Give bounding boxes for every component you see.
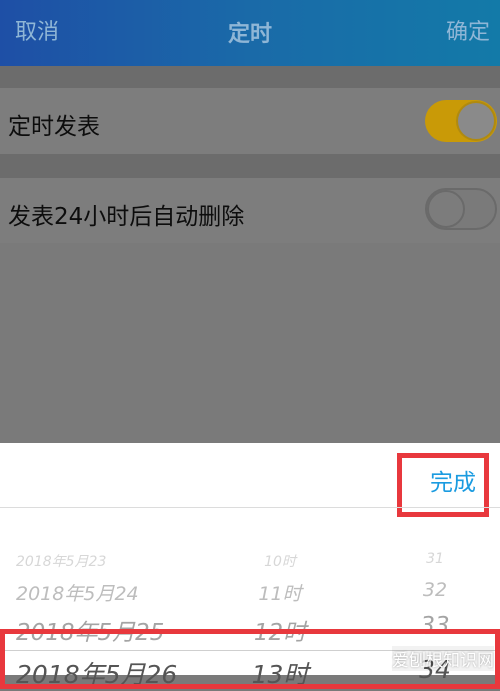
hour-option[interactable]: 11时 — [220, 579, 340, 606]
date-option[interactable]: 2018年5月24 — [0, 579, 216, 606]
divider — [0, 507, 500, 508]
setting-row-auto-delete[interactable]: 发表24小时后自动删除 — [0, 178, 500, 243]
setting-row-scheduled-post[interactable]: 定时发表 — [0, 88, 500, 154]
section-gap — [0, 66, 500, 88]
auto-delete-label: 发表24小时后自动删除 — [8, 204, 245, 230]
minute-option[interactable]: 31 — [385, 551, 485, 567]
toggle-knob — [456, 101, 496, 141]
scheduled-post-label: 定时发表 — [8, 114, 100, 140]
dimmed-overlay[interactable] — [0, 243, 500, 443]
auto-delete-toggle[interactable] — [425, 188, 497, 230]
datetime-picker-sheet: 完成 2018年5月23 10时 31 2018年5月24 11时 32 201… — [0, 443, 500, 689]
toggle-knob — [427, 190, 465, 228]
confirm-button[interactable]: 确定 — [446, 14, 490, 46]
watermark: 爱刨根知识网 — [392, 646, 494, 671]
hour-option[interactable]: 10时 — [220, 551, 340, 571]
page-title: 定时 — [227, 22, 272, 47]
section-gap — [0, 154, 500, 178]
minute-option[interactable]: 32 — [385, 579, 485, 601]
date-option[interactable]: 2018年5月23 — [0, 551, 216, 571]
scheduled-post-toggle[interactable] — [425, 100, 497, 142]
top-bar: 取消 定时 确定 — [0, 0, 500, 66]
